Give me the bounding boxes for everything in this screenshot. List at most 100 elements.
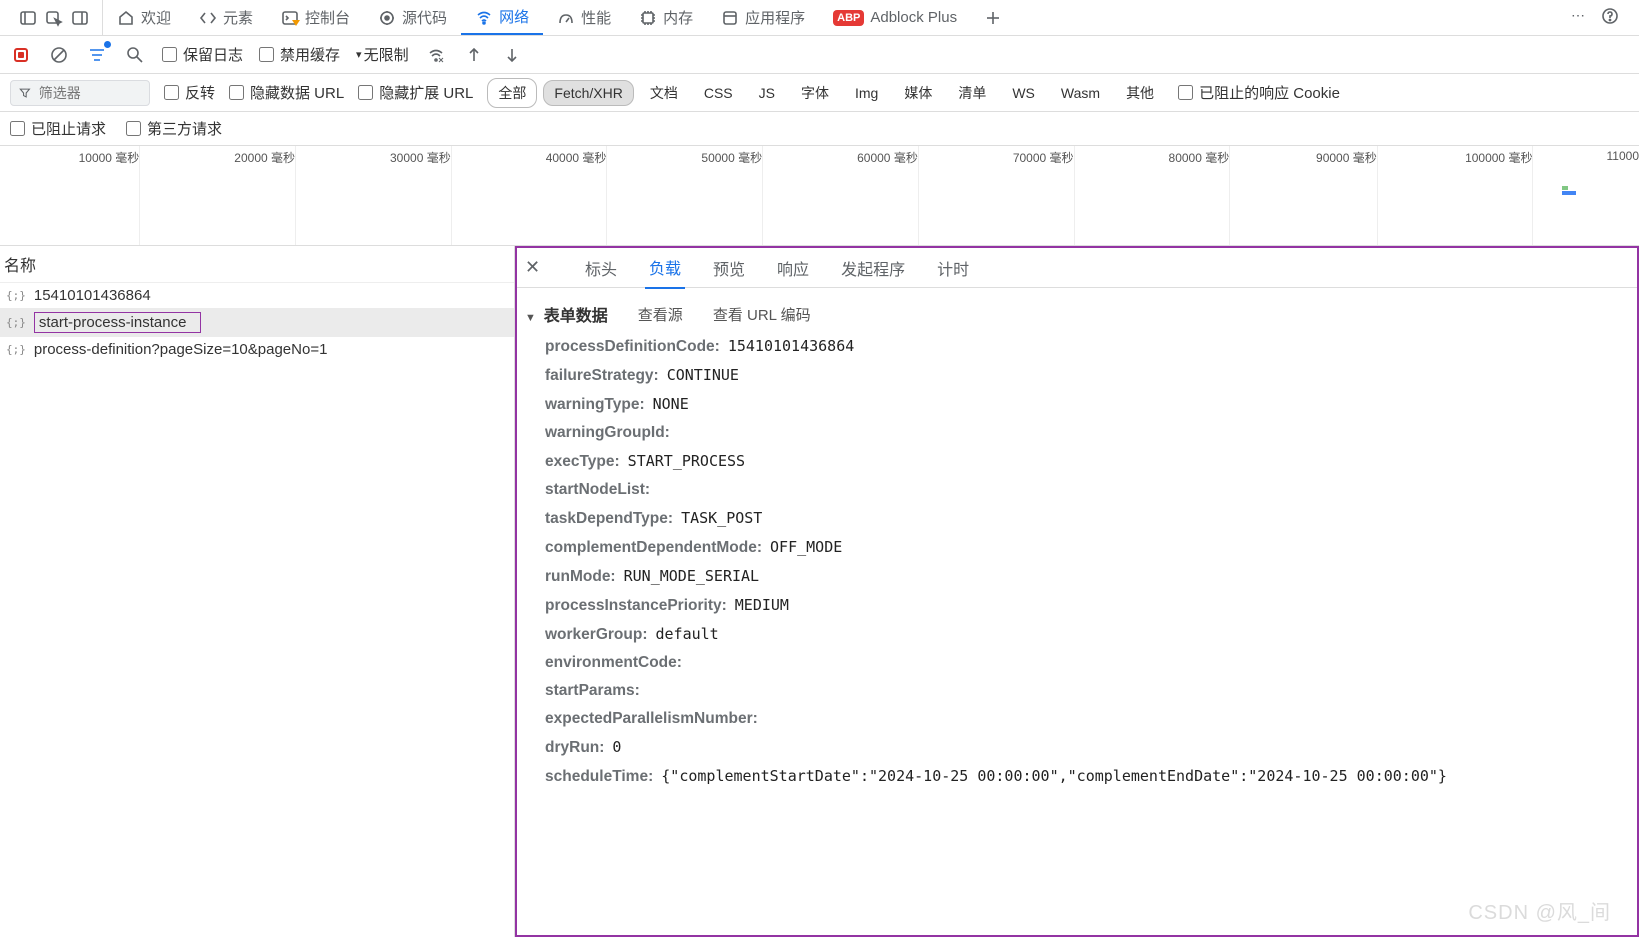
preserve-log-checkbox[interactable]: 保留日志 bbox=[162, 44, 243, 65]
network-icon bbox=[475, 8, 493, 26]
tab-label: 内存 bbox=[663, 7, 693, 28]
blocked-req-label: 已阻止请求 bbox=[31, 118, 106, 139]
filter-toggle-icon[interactable] bbox=[86, 44, 108, 66]
tab-label: 应用程序 bbox=[745, 7, 805, 28]
tab-label: 控制台 bbox=[305, 7, 350, 28]
tab-sources[interactable]: 源代码 bbox=[364, 0, 461, 35]
field-value: MEDIUM bbox=[735, 596, 789, 614]
payload-field: complementDependentMode:OFF_MODE bbox=[517, 533, 1637, 562]
network-conditions-icon[interactable] bbox=[425, 44, 447, 66]
resource-type-filters: 全部 Fetch/XHR 文档 CSS JS 字体 Img 媒体 清单 WS W… bbox=[487, 78, 1164, 108]
request-row[interactable]: start-process-instance bbox=[0, 308, 514, 337]
hide-ext-urls-checkbox[interactable]: 隐藏扩展 URL bbox=[358, 82, 473, 103]
field-value: {"complementStartDate":"2024-10-25 00:00… bbox=[661, 767, 1447, 785]
download-har-icon[interactable] bbox=[501, 44, 523, 66]
hide-ext-urls-label: 隐藏扩展 URL bbox=[379, 82, 473, 103]
payload-field: workerGroup:default bbox=[517, 620, 1637, 649]
tab-label: 性能 bbox=[581, 7, 611, 28]
payload-field: processInstancePriority:MEDIUM bbox=[517, 591, 1637, 620]
timeline-tick: 40000 毫秒 bbox=[546, 149, 607, 166]
invert-checkbox[interactable]: 反转 bbox=[164, 82, 215, 103]
type-font[interactable]: 字体 bbox=[791, 79, 839, 107]
detail-tabs: ✕ 标头 负载 预览 响应 发起程序 计时 bbox=[517, 248, 1637, 288]
tab-application[interactable]: 应用程序 bbox=[707, 0, 819, 35]
type-ws[interactable]: WS bbox=[1002, 81, 1045, 105]
detail-body: ▼ 表单数据 查看源 查看 URL 编码 processDefinitionCo… bbox=[517, 288, 1637, 935]
field-key: environmentCode: bbox=[545, 654, 682, 672]
field-key: workerGroup: bbox=[545, 626, 647, 644]
network-filter-row: 反转 隐藏数据 URL 隐藏扩展 URL 全部 Fetch/XHR 文档 CSS… bbox=[0, 74, 1639, 112]
device-toggle-icon[interactable] bbox=[68, 6, 92, 30]
detail-tab-payload[interactable]: 负载 bbox=[645, 247, 685, 289]
detail-tab-headers[interactable]: 标头 bbox=[581, 248, 621, 288]
timeline-tick: 11000 bbox=[1607, 149, 1639, 163]
throttling-select[interactable]: 无限制 bbox=[356, 44, 409, 65]
tab-adblock[interactable]: ABPAdblock Plus bbox=[819, 0, 971, 35]
network-timeline[interactable]: 10000 毫秒20000 毫秒30000 毫秒40000 毫秒50000 毫秒… bbox=[0, 146, 1639, 246]
payload-field: warningType:NONE bbox=[517, 390, 1637, 419]
throttling-value: 无限制 bbox=[364, 44, 409, 65]
request-row[interactable]: process-definition?pageSize=10&pageNo=1 bbox=[0, 337, 514, 362]
select-element-icon[interactable] bbox=[42, 6, 66, 30]
request-row[interactable]: 15410101436864 bbox=[0, 283, 514, 308]
dock-to-left-icon[interactable] bbox=[16, 6, 40, 30]
payload-field: scheduleTime: {"complementStartDate":"202… bbox=[517, 762, 1637, 791]
payload-field: runMode:RUN_MODE_SERIAL bbox=[517, 562, 1637, 591]
tab-label: 欢迎 bbox=[141, 7, 171, 28]
filter-input-wrap[interactable] bbox=[10, 80, 150, 106]
more-menu-icon[interactable]: ⋯ bbox=[1571, 7, 1585, 28]
funnel-icon bbox=[19, 86, 31, 100]
tab-performance[interactable]: 性能 bbox=[543, 0, 625, 35]
view-url-encoded-link[interactable]: 查看 URL 编码 bbox=[713, 304, 811, 325]
clear-button[interactable] bbox=[48, 44, 70, 66]
type-all[interactable]: 全部 bbox=[487, 78, 537, 108]
detail-tab-preview[interactable]: 预览 bbox=[709, 248, 749, 288]
hide-data-urls-checkbox[interactable]: 隐藏数据 URL bbox=[229, 82, 344, 103]
help-icon[interactable] bbox=[1601, 7, 1619, 28]
blocked-cookies-checkbox[interactable]: 已阻止的响应 Cookie bbox=[1178, 82, 1340, 103]
type-other[interactable]: 其他 bbox=[1116, 79, 1164, 107]
filter-input[interactable] bbox=[39, 85, 141, 101]
payload-field: failureStrategy:CONTINUE bbox=[517, 361, 1637, 390]
timeline-tick: 20000 毫秒 bbox=[234, 149, 295, 166]
type-wasm[interactable]: Wasm bbox=[1051, 81, 1110, 105]
section-title: 表单数据 bbox=[544, 308, 608, 325]
tab-label: 网络 bbox=[499, 6, 529, 27]
type-img[interactable]: Img bbox=[845, 81, 888, 105]
collapse-triangle-icon[interactable]: ▼ bbox=[525, 312, 536, 324]
detail-tab-timing[interactable]: 计时 bbox=[933, 248, 973, 288]
type-media[interactable]: 媒体 bbox=[894, 79, 942, 107]
payload-section-header[interactable]: ▼ 表单数据 查看源 查看 URL 编码 bbox=[517, 296, 1637, 332]
application-icon bbox=[721, 9, 739, 27]
disable-cache-checkbox[interactable]: 禁用缓存 bbox=[259, 44, 340, 65]
third-party-checkbox[interactable]: 第三方请求 bbox=[126, 118, 222, 139]
field-key: taskDependType: bbox=[545, 510, 673, 528]
type-fetch-xhr[interactable]: Fetch/XHR bbox=[543, 80, 633, 106]
tab-memory[interactable]: 内存 bbox=[625, 0, 707, 35]
timeline-tick: 10000 毫秒 bbox=[79, 149, 140, 166]
search-icon[interactable] bbox=[124, 44, 146, 66]
disable-cache-label: 禁用缓存 bbox=[280, 44, 340, 65]
request-list-header[interactable]: 名称 bbox=[0, 246, 514, 283]
detail-tab-response[interactable]: 响应 bbox=[773, 248, 813, 288]
type-manifest[interactable]: 清单 bbox=[948, 79, 996, 107]
type-css[interactable]: CSS bbox=[694, 81, 743, 105]
view-source-link[interactable]: 查看源 bbox=[638, 304, 683, 325]
tab-elements[interactable]: 元素 bbox=[185, 0, 267, 35]
payload-field: warningGroupId: bbox=[517, 419, 1637, 447]
field-key: scheduleTime: bbox=[545, 768, 653, 786]
field-value: TASK_POST bbox=[681, 509, 762, 527]
blocked-requests-checkbox[interactable]: 已阻止请求 bbox=[10, 118, 106, 139]
close-detail-icon[interactable]: ✕ bbox=[525, 257, 549, 278]
new-tab-button[interactable] bbox=[971, 0, 1015, 35]
detail-tab-initiator[interactable]: 发起程序 bbox=[837, 248, 909, 288]
tab-console[interactable]: 控制台 bbox=[267, 0, 364, 35]
network-options-row: 已阻止请求 第三方请求 bbox=[0, 112, 1639, 146]
tab-network[interactable]: 网络 bbox=[461, 0, 543, 35]
tab-welcome[interactable]: 欢迎 bbox=[103, 0, 185, 35]
upload-har-icon[interactable] bbox=[463, 44, 485, 66]
type-doc[interactable]: 文档 bbox=[640, 79, 688, 107]
sources-icon bbox=[378, 9, 396, 27]
type-js[interactable]: JS bbox=[749, 81, 785, 105]
record-button[interactable] bbox=[10, 44, 32, 66]
